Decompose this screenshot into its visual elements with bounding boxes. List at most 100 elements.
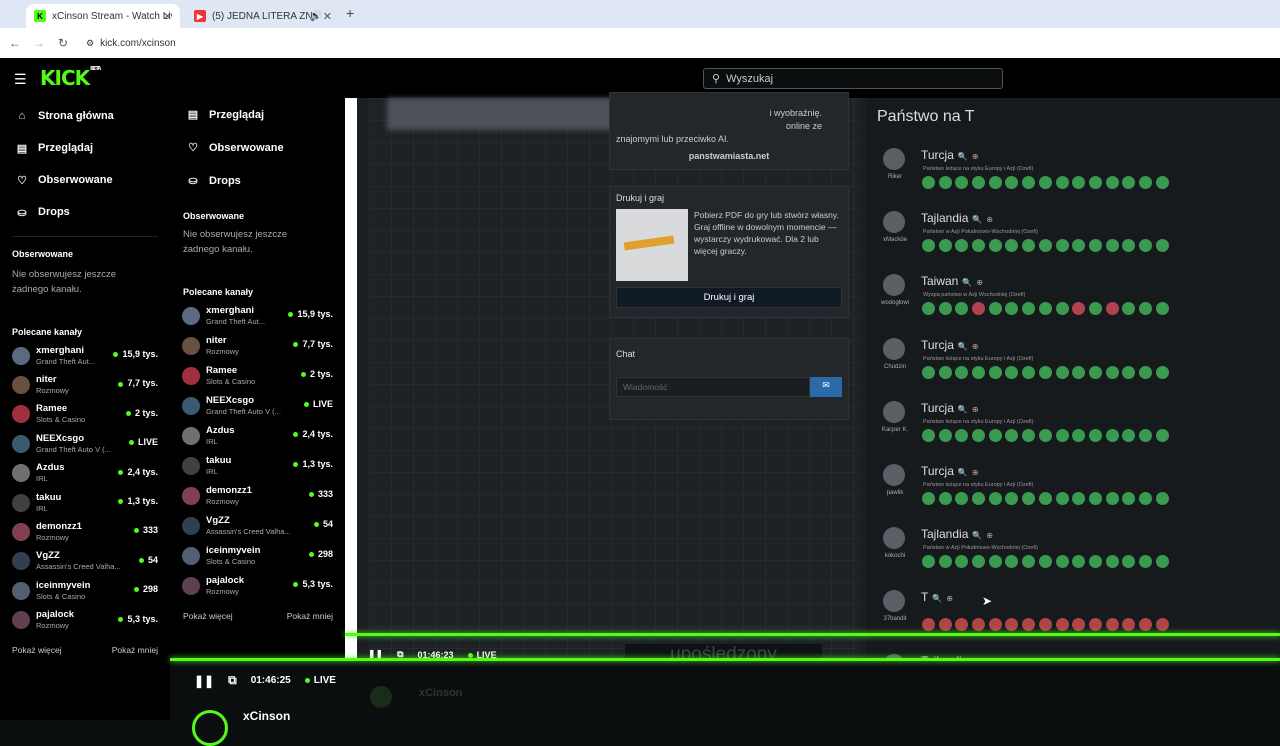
channel-category: Rozmowy	[36, 621, 69, 631]
user-name: pawlik	[886, 490, 904, 496]
vote-dot	[1038, 176, 1052, 189]
answer-row: wodogłowi Taiwan 🔍 ⊕ Wyspa państwo w Azji …	[881, 268, 1280, 328]
vote-dot	[972, 492, 986, 505]
channel-item[interactable]: NEEXcsgo Grand Theft Auto V (... LIVE	[0, 429, 170, 458]
vote-dot	[988, 555, 1002, 569]
nav-home[interactable]: ⌂ Strona główna	[0, 100, 170, 132]
channel-item[interactable]: xmerghani Grand Theft Aut... 15,9 tys.	[0, 341, 170, 370]
channel-name: demonzz1	[36, 521, 82, 533]
vote-dot	[1088, 302, 1102, 316]
new-tab-button[interactable]: +	[346, 5, 354, 21]
logo-text: KICK	[40, 66, 90, 90]
vote-dot	[955, 428, 969, 442]
theater-icon[interactable]: ⧉	[228, 673, 237, 688]
close-tab-icon[interactable]: ✕	[323, 10, 332, 23]
vote-dot	[955, 555, 969, 569]
search-input[interactable]: ⚲ Wyszukaj	[703, 68, 1003, 89]
progress-bar[interactable]	[170, 658, 1280, 661]
channel-name: takuu	[36, 491, 62, 503]
show-less-link[interactable]: Pokaż mniej	[112, 645, 158, 655]
viewer-count: 5,3 tys.	[118, 614, 158, 624]
channel-item[interactable]: Ramee Slots & Casino 2 tys.	[0, 400, 170, 429]
speaker-icon[interactable]: 🔊	[310, 11, 322, 22]
channel-item: xmerghani Grand Theft Aut... 15,9 tys.	[170, 301, 345, 331]
stream-sidebar: ▤ Przeglądaj ♡ Obserwowane ⛀ Drops Obserwow…	[170, 98, 345, 658]
channel-item: takuu IRL 1,3 tys.	[170, 451, 345, 481]
viewer-count: 54	[314, 519, 333, 529]
recommended-title: Polecane kanały	[12, 327, 83, 337]
channel-item[interactable]: demonzz1 Rozmowy 333	[0, 517, 170, 546]
inner-followed-title: Obserwowane	[183, 211, 245, 221]
menu-icon[interactable]: ☰	[14, 71, 27, 88]
viewer-count: 2,4 tys.	[293, 429, 333, 439]
channel-item[interactable]: Azdus IRL 2,4 tys.	[0, 459, 170, 488]
site-info-icon[interactable]: ⚙	[86, 38, 94, 49]
channel-name: pajalock	[206, 575, 245, 586]
vote-dot	[1005, 239, 1019, 253]
url-field[interactable]: ⚙ kick.com/xcinson	[86, 34, 176, 52]
vote-dot	[1155, 302, 1169, 316]
avatar	[12, 523, 30, 542]
vote-dot	[1088, 428, 1102, 442]
pause-icon[interactable]: ❚❚	[194, 674, 214, 688]
forward-icon[interactable]: →	[27, 36, 51, 50]
user-name: 37bandit	[883, 616, 907, 623]
stream-area[interactable]: ▤ Przeglądaj ♡ Obserwowane ⛀ Drops Obserwow…	[170, 92, 1280, 746]
ai-icon: ⊕	[971, 152, 979, 161]
channel-category: IRL	[36, 503, 48, 513]
user-name: Kacper K.	[881, 426, 909, 433]
nav-label: Obserwowane	[209, 141, 284, 154]
tab-youtube[interactable]: ▶ (5) JEDNA LITERA ZNISZCZ 🔊 ✕	[186, 4, 340, 28]
vote-dot	[938, 365, 952, 379]
search-icon: 🔍	[972, 531, 983, 541]
back-icon[interactable]: ←	[3, 36, 27, 50]
channel-item[interactable]: pajalock Rozmowy 5,3 tys.	[0, 606, 170, 635]
channel-category: Grand Theft Auto V (...	[206, 407, 281, 416]
viewer-count: 298	[134, 584, 158, 594]
vote-dot	[922, 365, 935, 379]
avatar	[182, 397, 200, 415]
avatar	[12, 405, 30, 424]
vote-dot	[972, 555, 986, 569]
panel-title: Państwo na T	[877, 108, 975, 125]
inner-avatar	[370, 686, 392, 708]
viewer-count: 1,3 tys.	[293, 459, 333, 469]
vote-dot	[1038, 302, 1052, 316]
vote-dot	[1072, 618, 1086, 632]
vote-dot	[1072, 239, 1086, 253]
channel-item: pajalock Rozmowy 5,3 tys.	[170, 571, 345, 601]
show-more-link[interactable]: Pokaż więcej	[12, 645, 62, 655]
vote-dot	[972, 176, 986, 189]
avatar[interactable]	[192, 710, 228, 746]
channel-item[interactable]: iceinmyvein Slots & Casino 298	[0, 576, 170, 605]
vote-dot	[1005, 492, 1019, 505]
vote-dot	[1072, 428, 1086, 442]
inner-nav-following: ♡ Obserwowane	[170, 131, 345, 164]
channel-item[interactable]: VgZZ Assassin's Creed Valha... 54	[0, 547, 170, 576]
vote-dot	[1022, 302, 1036, 316]
channel-item[interactable]: takuu IRL 1,3 tys.	[0, 488, 170, 517]
tab-xcinson[interactable]: K xCinson Stream - Watch Live on ✕	[26, 4, 180, 28]
inner-show-more: Pokaż więcej	[183, 611, 233, 621]
reload-icon[interactable]: ↻	[51, 36, 75, 50]
channel-name[interactable]: xCinson	[243, 709, 290, 723]
channel-name: NEEXcsgo	[36, 432, 85, 444]
vote-dot	[1055, 239, 1069, 253]
answer-word: Tajlandia	[921, 527, 969, 542]
answer-row: xMacköe Tajlandia 🔍 ⊕ Państwo w Azji Połud…	[881, 205, 1280, 265]
vote-dot	[1072, 555, 1086, 569]
close-tab-icon[interactable]: ✕	[163, 10, 172, 23]
channel-item[interactable]: niter Rozmowy 7,7 tys.	[0, 370, 170, 399]
vote-dot	[1005, 618, 1019, 632]
nav-following[interactable]: ♡ Obserwowane	[0, 164, 170, 196]
kick-logo[interactable]: KICKBETA	[40, 66, 101, 90]
vote-dot	[1038, 428, 1052, 442]
vote-dot	[988, 618, 1002, 632]
vote-dot	[955, 492, 969, 505]
nav-drops[interactable]: ⛀ Drops	[0, 196, 170, 228]
vote-dot	[938, 618, 952, 632]
nav-browse[interactable]: ▤ Przeglądaj	[0, 132, 170, 164]
vote-dot	[988, 302, 1002, 316]
print-card-title: Drukuj i graj	[616, 193, 665, 203]
vote-dot	[1105, 365, 1119, 379]
